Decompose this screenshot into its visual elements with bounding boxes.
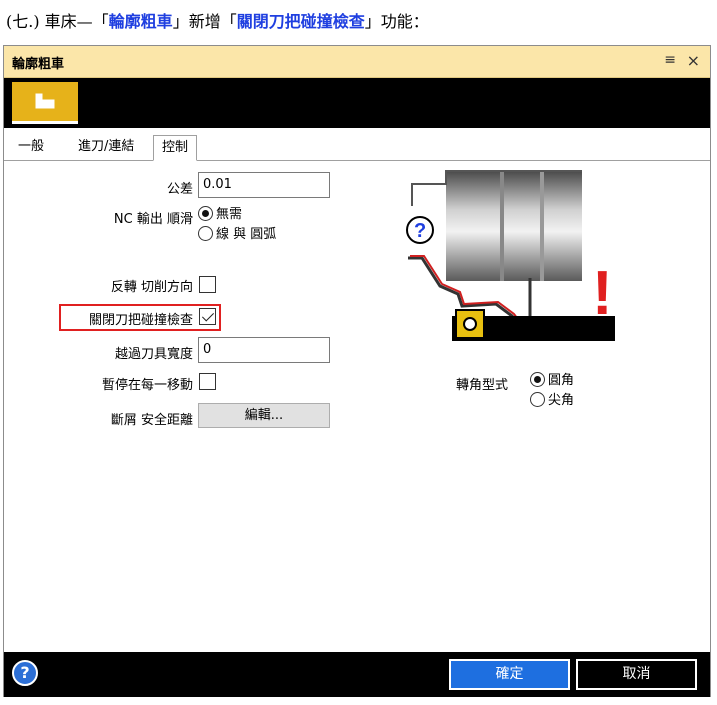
radio-unselected-icon[interactable] bbox=[530, 392, 545, 407]
corner-type-label: 轉角型式 bbox=[456, 378, 509, 393]
heading-highlight-1: 輪廓粗車 bbox=[108, 12, 173, 31]
tab-strip: 一般 進刀/連結 控制 bbox=[4, 135, 710, 161]
tab-lead-link[interactable]: 進刀/連結 bbox=[70, 135, 142, 161]
corner-option-round[interactable]: 圓角 bbox=[530, 372, 574, 390]
corner-option-round-label: 圓角 bbox=[548, 373, 575, 388]
radio-selected-icon[interactable] bbox=[530, 372, 545, 387]
nc-smooth-option-none[interactable]: 無需 bbox=[198, 206, 242, 224]
workpiece-shape bbox=[446, 171, 582, 281]
disable-holder-collision-label: 關閉刀把碰撞檢查 bbox=[88, 313, 193, 328]
workpiece-step-line bbox=[500, 171, 504, 281]
title-bar: 輪廓粗車 ≡ × bbox=[4, 46, 710, 78]
pin-icon[interactable]: ≡ bbox=[664, 52, 676, 68]
reverse-cut-label: 反轉 切削方向 bbox=[110, 280, 193, 295]
chip-break-clearance-label: 斷屑 安全距離 bbox=[110, 413, 193, 428]
nc-smooth-option-none-label: 無需 bbox=[216, 207, 243, 222]
radio-unselected-icon[interactable] bbox=[198, 226, 213, 241]
exceed-tool-width-input[interactable]: 0 bbox=[198, 337, 330, 363]
tolerance-label: 公差 bbox=[166, 182, 193, 197]
exceed-tool-width-label: 越過刀具寬度 bbox=[114, 347, 193, 362]
corner-option-sharp-label: 尖角 bbox=[548, 393, 575, 408]
help-icon[interactable]: ? bbox=[12, 660, 38, 686]
tool-holder-illustration: ? ! bbox=[406, 170, 615, 341]
heading-suffix: 」功能： bbox=[364, 12, 429, 31]
heading: (七.) 車床—「輪廓粗車」新增「關閉刀把碰撞檢查」功能： bbox=[6, 8, 429, 36]
rough-turning-mode-button[interactable] bbox=[12, 82, 78, 124]
insert-screw bbox=[463, 317, 477, 331]
pause-each-move-label: 暫停在每一移動 bbox=[101, 378, 193, 393]
reverse-cut-checkbox[interactable] bbox=[199, 276, 216, 293]
cancel-button[interactable]: 取消 bbox=[576, 659, 697, 690]
nc-smooth-option-line-arc[interactable]: 線 與 圓弧 bbox=[198, 226, 276, 244]
heading-prefix: (七.) 車床—「 bbox=[6, 12, 109, 31]
edit-button[interactable]: 編輯... bbox=[198, 403, 330, 428]
tab-control[interactable]: 控制 bbox=[153, 135, 198, 161]
dialog-footer: ? 確定 取消 bbox=[4, 652, 710, 697]
ok-button[interactable]: 確定 bbox=[449, 659, 570, 690]
warning-exclamation-icon: ! bbox=[592, 259, 613, 328]
tab-general[interactable]: 一般 bbox=[10, 135, 52, 161]
nc-smooth-label: NC 輸出 順滑 bbox=[113, 212, 193, 227]
heading-middle: 」新增「 bbox=[172, 12, 237, 31]
radio-selected-icon[interactable] bbox=[198, 206, 213, 221]
heading-highlight-2: 關閉刀把碰撞檢查 bbox=[236, 12, 365, 31]
pause-each-move-checkbox[interactable] bbox=[199, 373, 216, 390]
dialog-title: 輪廓粗車 bbox=[12, 57, 65, 72]
corner-option-sharp[interactable]: 尖角 bbox=[530, 392, 574, 410]
workpiece-step-line bbox=[540, 171, 544, 281]
turning-profile-icon bbox=[35, 93, 55, 109]
tolerance-input[interactable]: 0.01 bbox=[198, 172, 330, 198]
nc-smooth-option-line-arc-label: 線 與 圓弧 bbox=[216, 227, 277, 242]
mode-toolbar bbox=[4, 78, 710, 128]
rough-turning-dialog: 輪廓粗車 ≡ × 一般 進刀/連結 控制 公差 0.01 NC 輸出 順滑 無需… bbox=[3, 45, 711, 697]
question-mark-glyph: ? bbox=[414, 220, 426, 242]
disable-holder-collision-checkbox[interactable] bbox=[199, 308, 216, 325]
close-icon[interactable]: × bbox=[687, 51, 700, 70]
tab-divider bbox=[4, 160, 710, 161]
